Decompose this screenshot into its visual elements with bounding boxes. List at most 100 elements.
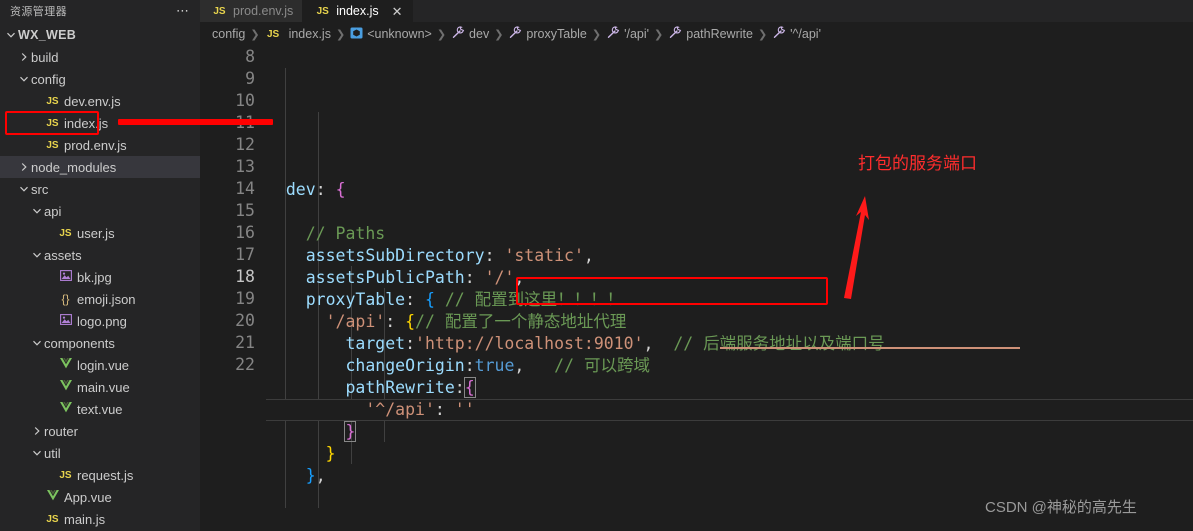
code-token: // 后端服务地址以及端口号 xyxy=(673,334,885,353)
code-line[interactable] xyxy=(266,201,1193,223)
code-line[interactable]: }, xyxy=(266,465,1193,487)
sidebar-item-label: router xyxy=(44,423,78,439)
code-line[interactable]: assetsSubDirectory: 'static', xyxy=(266,245,1193,267)
code-token: } xyxy=(325,444,336,463)
code-token: dev xyxy=(285,180,316,199)
url-link-underline xyxy=(720,347,1020,349)
code-line[interactable]: '^/api': '' xyxy=(266,399,1193,421)
breadcrumb-item---api-[interactable]: '/api' xyxy=(606,26,649,42)
code-content[interactable]: dev: { // Paths assetsSubDirectory: 'sta… xyxy=(266,46,1193,531)
sidebar-item-label: login.vue xyxy=(77,357,130,373)
code-line[interactable]: dev: { xyxy=(266,179,1193,201)
code-editor[interactable]: 8 9 10 11 12 13 14 15 16 17 18 19 20 21 22 dev: { // P… xyxy=(200,46,1193,531)
code-token: 'http://localhost:9010' xyxy=(415,334,644,353)
sidebar-item-label: App.vue xyxy=(64,489,112,505)
breadcrumb-item--unknown-[interactable]: <unknown> xyxy=(350,27,432,42)
sidebar-item-prod-env-js[interactable]: JS prod.env.js xyxy=(0,134,200,156)
sidebar-item-main-js[interactable]: JS main.js xyxy=(0,508,200,530)
sidebar-item-label: bk.jpg xyxy=(77,269,112,285)
code-line[interactable]: // Paths xyxy=(266,223,1193,245)
sidebar-item-bk-jpg[interactable]: bk.jpg xyxy=(0,266,200,288)
code-line[interactable]: target:'http://localhost:9010', // 后端服务地… xyxy=(266,333,1193,355)
sidebar-item-assets[interactable]: assets xyxy=(0,244,200,266)
code-line[interactable]: '/api': {// 配置了一个静态地址代理 xyxy=(266,311,1193,333)
sidebar-item-label: prod.env.js xyxy=(64,137,127,153)
js-file-icon: JS xyxy=(213,5,226,17)
sidebar-item-components[interactable]: components xyxy=(0,332,200,354)
sidebar-item-label: config xyxy=(31,71,66,87)
vue-file-icon xyxy=(57,402,74,416)
code-token: // 配置了一个静态地址代理 xyxy=(415,312,627,331)
sidebar-item-text-vue[interactable]: text.vue xyxy=(0,398,200,420)
breadcrumb-item----api-[interactable]: '^/api' xyxy=(772,26,821,42)
sidebar-item-api[interactable]: api xyxy=(0,200,200,222)
code-line[interactable]: changeOrigin:true, // 可以跨域 xyxy=(266,355,1193,377)
code-token: } xyxy=(344,421,357,442)
breadcrumb: config ❯ JS index.js ❯ <unknown> ❯ dev ❯ proxyTab… xyxy=(200,22,1193,46)
js-file-icon: JS xyxy=(46,117,59,129)
code-line[interactable]: } xyxy=(266,443,1193,465)
chevron-down-icon xyxy=(17,184,31,194)
code-token: : xyxy=(434,400,455,419)
sidebar-item-config[interactable]: config xyxy=(0,68,200,90)
breadcrumb-label: pathRewrite xyxy=(686,27,753,41)
editor-tab-index-js[interactable]: JS index.js ✕ xyxy=(303,0,413,22)
code-line[interactable]: } xyxy=(266,421,1193,443)
breadcrumb-separator-icon: ❯ xyxy=(591,28,602,41)
sidebar-item-login-vue[interactable]: login.vue xyxy=(0,354,200,376)
js-file-icon: JS xyxy=(46,95,59,107)
image-file-icon xyxy=(57,270,74,284)
code-line[interactable]: pathRewrite:{ xyxy=(266,377,1193,399)
sidebar-item-router[interactable]: router xyxy=(0,420,200,442)
sidebar-item-request-js[interactable]: JS request.js xyxy=(0,464,200,486)
breadcrumb-label: config xyxy=(212,27,246,41)
sidebar-item-label: main.js xyxy=(64,511,106,527)
close-icon[interactable]: ✕ xyxy=(392,5,403,18)
breadcrumb-label: <unknown> xyxy=(367,27,432,41)
breadcrumb-separator-icon: ❯ xyxy=(494,28,504,41)
sidebar-item-logo-png[interactable]: logo.png xyxy=(0,310,200,332)
sidebar-item-index-js[interactable]: JS index.js xyxy=(0,112,200,134)
sidebar-item-node-modules[interactable]: node_modules xyxy=(0,156,200,178)
breadcrumb-item-index-js[interactable]: JS index.js xyxy=(265,27,331,41)
breadcrumb-label: dev xyxy=(469,27,490,41)
editor-tab-prod-env-js[interactable]: JS prod.env.js xyxy=(200,0,304,22)
line-number: 17 xyxy=(235,245,255,264)
code-token: assetsPublicPath xyxy=(305,268,465,287)
code-line[interactable]: assetsPublicPath: '/', xyxy=(266,267,1193,289)
code-token: // 配置到这里！！！！ xyxy=(444,290,624,309)
code-token: { xyxy=(335,180,346,199)
breadcrumb-item-config[interactable]: config xyxy=(212,27,245,41)
sidebar-item-build[interactable]: build xyxy=(0,46,200,68)
sidebar-item-util[interactable]: util xyxy=(0,442,200,464)
breadcrumb-item-pathrewrite[interactable]: pathRewrite xyxy=(668,26,753,42)
sidebar-item-dev-env-js[interactable]: JS dev.env.js xyxy=(0,90,200,112)
tab-label: index.js xyxy=(336,4,379,18)
code-token: // 可以跨域 xyxy=(554,356,650,375)
chevron-down-icon xyxy=(30,206,44,216)
chevron-down-icon xyxy=(30,448,44,458)
property-symbol-icon xyxy=(606,26,620,42)
sidebar-item-label: main.vue xyxy=(77,379,130,395)
breadcrumb-item-proxytable[interactable]: proxyTable xyxy=(508,26,587,42)
sidebar-item-src[interactable]: src xyxy=(0,178,200,200)
tab-bar-empty-space xyxy=(412,0,1193,22)
file-tree: WX_WEB build config JS dev.env.js JS index.js J… xyxy=(0,22,200,530)
module-symbol-icon xyxy=(350,27,363,42)
js-file-icon: JS xyxy=(266,28,280,40)
sidebar-item-app-vue[interactable]: App.vue xyxy=(0,486,200,508)
breadcrumb-separator-icon: ❯ xyxy=(335,28,346,41)
sidebar-item-main-vue[interactable]: main.vue xyxy=(0,376,200,398)
code-line[interactable]: proxyTable: { // 配置到这里！！！！ xyxy=(266,289,1193,311)
sidebar-item-wx-web[interactable]: WX_WEB xyxy=(0,24,200,46)
breadcrumb-item-dev[interactable]: dev xyxy=(451,26,489,42)
ellipsis-icon[interactable]: ⋯ xyxy=(176,3,194,19)
code-token: , xyxy=(643,334,654,353)
chevron-down-icon xyxy=(30,250,44,260)
sidebar-item-user-js[interactable]: JS user.js xyxy=(0,222,200,244)
sidebar-item-emoji-json[interactable]: {} emoji.json xyxy=(0,288,200,310)
code-line[interactable] xyxy=(266,487,1193,509)
